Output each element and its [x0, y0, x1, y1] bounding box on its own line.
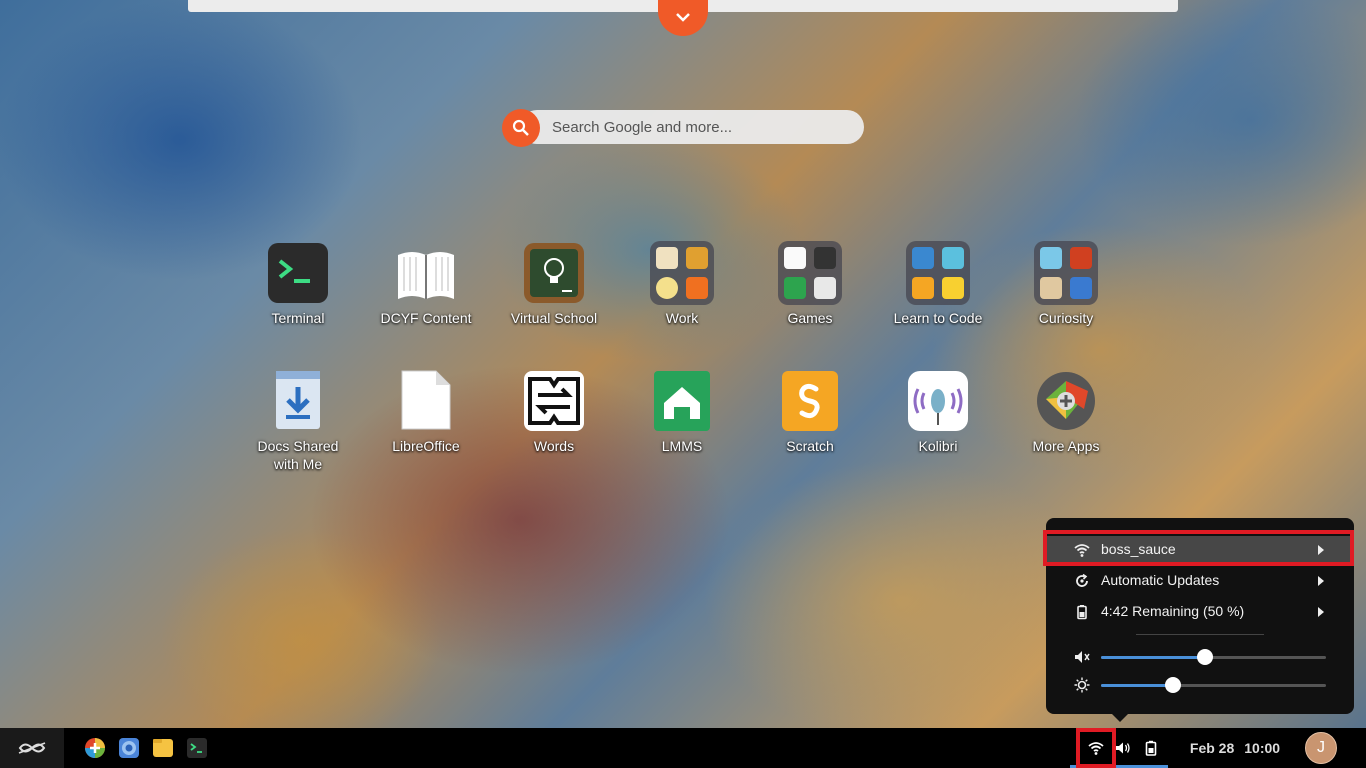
- volume-slider[interactable]: [1101, 649, 1326, 665]
- brightness-icon: [1074, 677, 1090, 693]
- battery-label: 4:42 Remaining (50 %): [1101, 603, 1245, 619]
- app-label: Words: [533, 438, 575, 454]
- battery-icon: [1145, 740, 1157, 756]
- folder-icon: [1034, 241, 1098, 305]
- sync-icon: [1076, 573, 1088, 587]
- menu-pointer: [1110, 712, 1130, 722]
- folder-icon: [778, 241, 842, 305]
- folder-learn-to-code[interactable]: Learn to Code: [874, 241, 1002, 327]
- chevron-down-icon: [676, 13, 690, 22]
- lmms-icon: [650, 369, 714, 433]
- app-label: Terminal: [271, 310, 325, 326]
- taskbar-chromium[interactable]: [117, 728, 141, 768]
- brightness-slider-fill: [1101, 684, 1173, 687]
- taskbar-app-store[interactable]: [83, 728, 107, 768]
- app-label: Curiosity: [1038, 310, 1094, 326]
- app-label: Learn to Code: [893, 310, 983, 326]
- app-docs-shared-with-me[interactable]: Docs Shared with Me: [234, 369, 362, 473]
- scratch-icon: [778, 369, 842, 433]
- more-apps-icon: [1034, 369, 1098, 433]
- taskbar-files[interactable]: [151, 728, 175, 768]
- app-label: LibreOffice: [392, 438, 460, 454]
- folder-work[interactable]: Work: [618, 241, 746, 327]
- wifi-network-item[interactable]: boss_sauce: [1046, 536, 1354, 564]
- wifi-network-label: boss_sauce: [1101, 541, 1176, 557]
- brightness-slider[interactable]: [1101, 677, 1326, 693]
- chevron-right-icon: [1318, 607, 1324, 617]
- avatar: J: [1305, 732, 1337, 764]
- app-libreoffice[interactable]: LibreOffice: [362, 369, 490, 455]
- app-label: Docs Shared with Me: [257, 438, 339, 472]
- automatic-updates-label: Automatic Updates: [1101, 572, 1220, 588]
- terminal-icon: [266, 241, 330, 305]
- system-menu: boss_sauce Automatic Updates 4:42 Remain…: [1046, 518, 1354, 714]
- app-label: Scratch: [786, 438, 834, 454]
- tray-wifi-button[interactable]: [1080, 728, 1112, 768]
- document-icon: [394, 369, 458, 433]
- lightbulb-board-icon: [522, 241, 586, 305]
- wifi-icon: [1088, 742, 1104, 755]
- chevron-right-icon: [1318, 545, 1324, 555]
- chromium-icon: [119, 738, 139, 758]
- user-menu-button[interactable]: J: [1303, 728, 1339, 768]
- book-icon: [394, 241, 458, 305]
- folder-curiosity[interactable]: Curiosity: [1002, 241, 1130, 327]
- app-more-apps[interactable]: More Apps: [1002, 369, 1130, 455]
- battery-item[interactable]: 4:42 Remaining (50 %): [1046, 598, 1354, 626]
- folder-icon: [650, 241, 714, 305]
- download-doc-icon: [266, 369, 330, 433]
- app-terminal[interactable]: Terminal: [234, 241, 362, 327]
- app-lmms[interactable]: LMMS: [618, 369, 746, 455]
- app-label: Virtual School: [510, 310, 598, 326]
- tray-volume-button[interactable]: [1112, 728, 1134, 768]
- folder-games[interactable]: Games: [746, 241, 874, 327]
- battery-icon: [1077, 605, 1087, 620]
- automatic-updates-item[interactable]: Automatic Updates: [1046, 567, 1354, 595]
- search-icon: [512, 119, 529, 136]
- tray-battery-button[interactable]: [1140, 728, 1162, 768]
- app-words[interactable]: Words: [490, 369, 618, 455]
- app-store-icon: [85, 738, 105, 758]
- volume-icon: [1075, 651, 1090, 663]
- app-scratch[interactable]: Scratch: [746, 369, 874, 455]
- app-launcher-button[interactable]: [0, 728, 64, 768]
- brightness-slider-handle[interactable]: [1165, 677, 1181, 693]
- words-icon: [522, 369, 586, 433]
- files-icon: [153, 739, 173, 757]
- search-bar: [502, 108, 864, 147]
- app-dcyf-content[interactable]: DCYF Content: [362, 241, 490, 327]
- clock-time: 10:00: [1244, 740, 1281, 756]
- folder-icon: [906, 241, 970, 305]
- app-label: DCYF Content: [380, 310, 472, 326]
- app-virtual-school[interactable]: Virtual School: [490, 241, 618, 327]
- menu-separator: [1136, 634, 1264, 635]
- app-label: More Apps: [1032, 438, 1100, 454]
- volume-icon: [1116, 742, 1130, 754]
- kolibri-icon: [906, 369, 970, 433]
- clock-date: Feb 28: [1189, 740, 1235, 756]
- search-button[interactable]: [502, 109, 540, 147]
- taskbar-terminal[interactable]: [185, 728, 209, 768]
- taskbar: Feb 28 10:00 J: [0, 728, 1366, 768]
- volume-slider-fill: [1101, 656, 1205, 659]
- chevron-right-icon: [1318, 576, 1324, 586]
- clock[interactable]: Feb 28 10:00: [1185, 728, 1285, 768]
- volume-slider-handle[interactable]: [1197, 649, 1213, 665]
- app-label: Kolibri: [918, 438, 958, 454]
- terminal-icon: [187, 738, 207, 758]
- app-label: LMMS: [661, 438, 703, 454]
- app-label: Games: [787, 310, 833, 326]
- expand-chevron-button[interactable]: [658, 0, 708, 36]
- search-input[interactable]: [520, 110, 864, 144]
- endless-logo-icon: [18, 742, 46, 754]
- wifi-icon: [1074, 544, 1090, 557]
- app-kolibri[interactable]: Kolibri: [874, 369, 1002, 455]
- app-label: Work: [665, 310, 699, 326]
